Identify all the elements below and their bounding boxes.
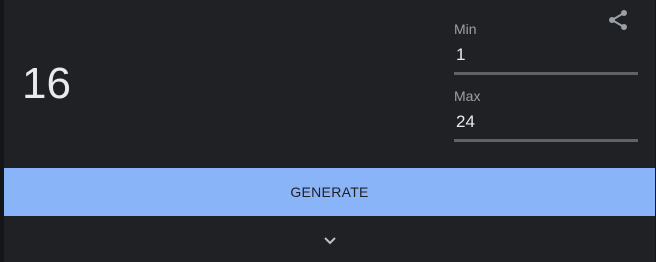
result-number: 16	[22, 59, 71, 108]
min-label: Min	[454, 21, 477, 37]
generate-button[interactable]: GENERATE	[4, 168, 655, 216]
min-field: Min	[454, 21, 638, 75]
random-number-card: 16 Min Max GENERATE	[4, 0, 655, 262]
max-input[interactable]	[454, 107, 638, 142]
min-input[interactable]	[454, 40, 638, 75]
max-field: Max	[454, 88, 638, 142]
chevron-down-icon[interactable]	[320, 232, 340, 250]
max-label: Max	[454, 88, 481, 104]
